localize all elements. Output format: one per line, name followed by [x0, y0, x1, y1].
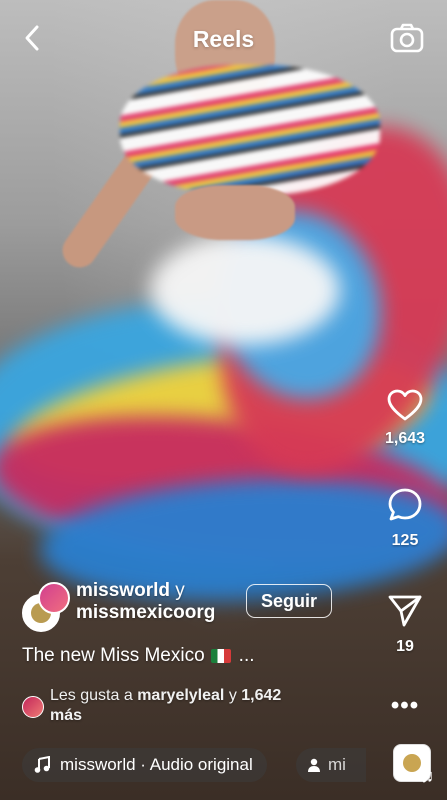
liked-by-count[interactable]: 1,642 [241, 687, 281, 704]
audio-label: missworld · Audio original [60, 755, 253, 774]
dancer-ruffle-top [120, 65, 380, 195]
liked-by-suffix[interactable]: más [50, 707, 82, 724]
liker-avatar [22, 696, 44, 718]
liked-by-prefix: Les gusta a [50, 687, 133, 704]
mexico-flag-icon [210, 649, 231, 663]
like-button[interactable]: 1,643 [385, 388, 425, 448]
liked-by-user[interactable]: maryelyleal [137, 687, 224, 704]
avatar-secondary [38, 582, 70, 614]
author-names[interactable]: missworld y missmexicoorg [76, 580, 215, 624]
caption-text: The new Miss Mexico [22, 645, 205, 666]
heart-icon [387, 389, 423, 421]
author-row: missworld y missmexicoorg Seguir [20, 580, 350, 632]
share-icon [388, 595, 422, 627]
person-icon [308, 758, 320, 772]
dancer-waist [175, 185, 295, 240]
tagged-people-text: mi [328, 755, 346, 774]
more-options-button[interactable]: ••• [379, 694, 431, 718]
share-button[interactable]: 19 [379, 592, 431, 656]
reel-caption[interactable]: The new Miss Mexico... [22, 645, 255, 667]
liked-by[interactable]: Les gusta a maryelyleal y 1,642 más [22, 686, 342, 730]
more-icon: ••• [390, 692, 420, 719]
username-primary[interactable]: missworld [76, 580, 170, 601]
comment-count: 125 [391, 532, 419, 549]
camera-icon [390, 23, 424, 53]
top-bar: Reels [0, 0, 447, 80]
tagged-people-chip[interactable]: mi [296, 748, 366, 782]
page-title: Reels [192, 26, 255, 52]
comment-icon [388, 488, 422, 521]
audio-chip[interactable]: missworld · Audio original [22, 748, 267, 782]
camera-button[interactable] [389, 20, 425, 56]
audio-thumbnail[interactable]: ♫ [393, 744, 434, 786]
caption-more[interactable]: ... [239, 645, 255, 666]
reel-actions: 1,643 125 19 ••• [379, 388, 431, 718]
like-count: 1,643 [384, 430, 426, 447]
username-connector: y [175, 580, 185, 601]
skirt-white-band [150, 235, 340, 345]
comment-button[interactable]: 125 [379, 486, 431, 550]
liked-by-middle: y [228, 687, 237, 704]
music-note-icon [34, 756, 50, 773]
liked-by-text: Les gusta a maryelyleal y 1,642 más [50, 686, 350, 726]
share-count: 19 [396, 638, 414, 655]
reel-screen: Reels 1,643 125 19 ••• missworld y missm… [0, 0, 447, 800]
username-secondary[interactable]: missmexicoorg [76, 602, 215, 623]
crest-icon [403, 754, 421, 772]
follow-button[interactable]: Seguir [246, 584, 332, 618]
author-avatars[interactable] [22, 582, 70, 632]
music-note-icon: ♫ [420, 766, 435, 786]
